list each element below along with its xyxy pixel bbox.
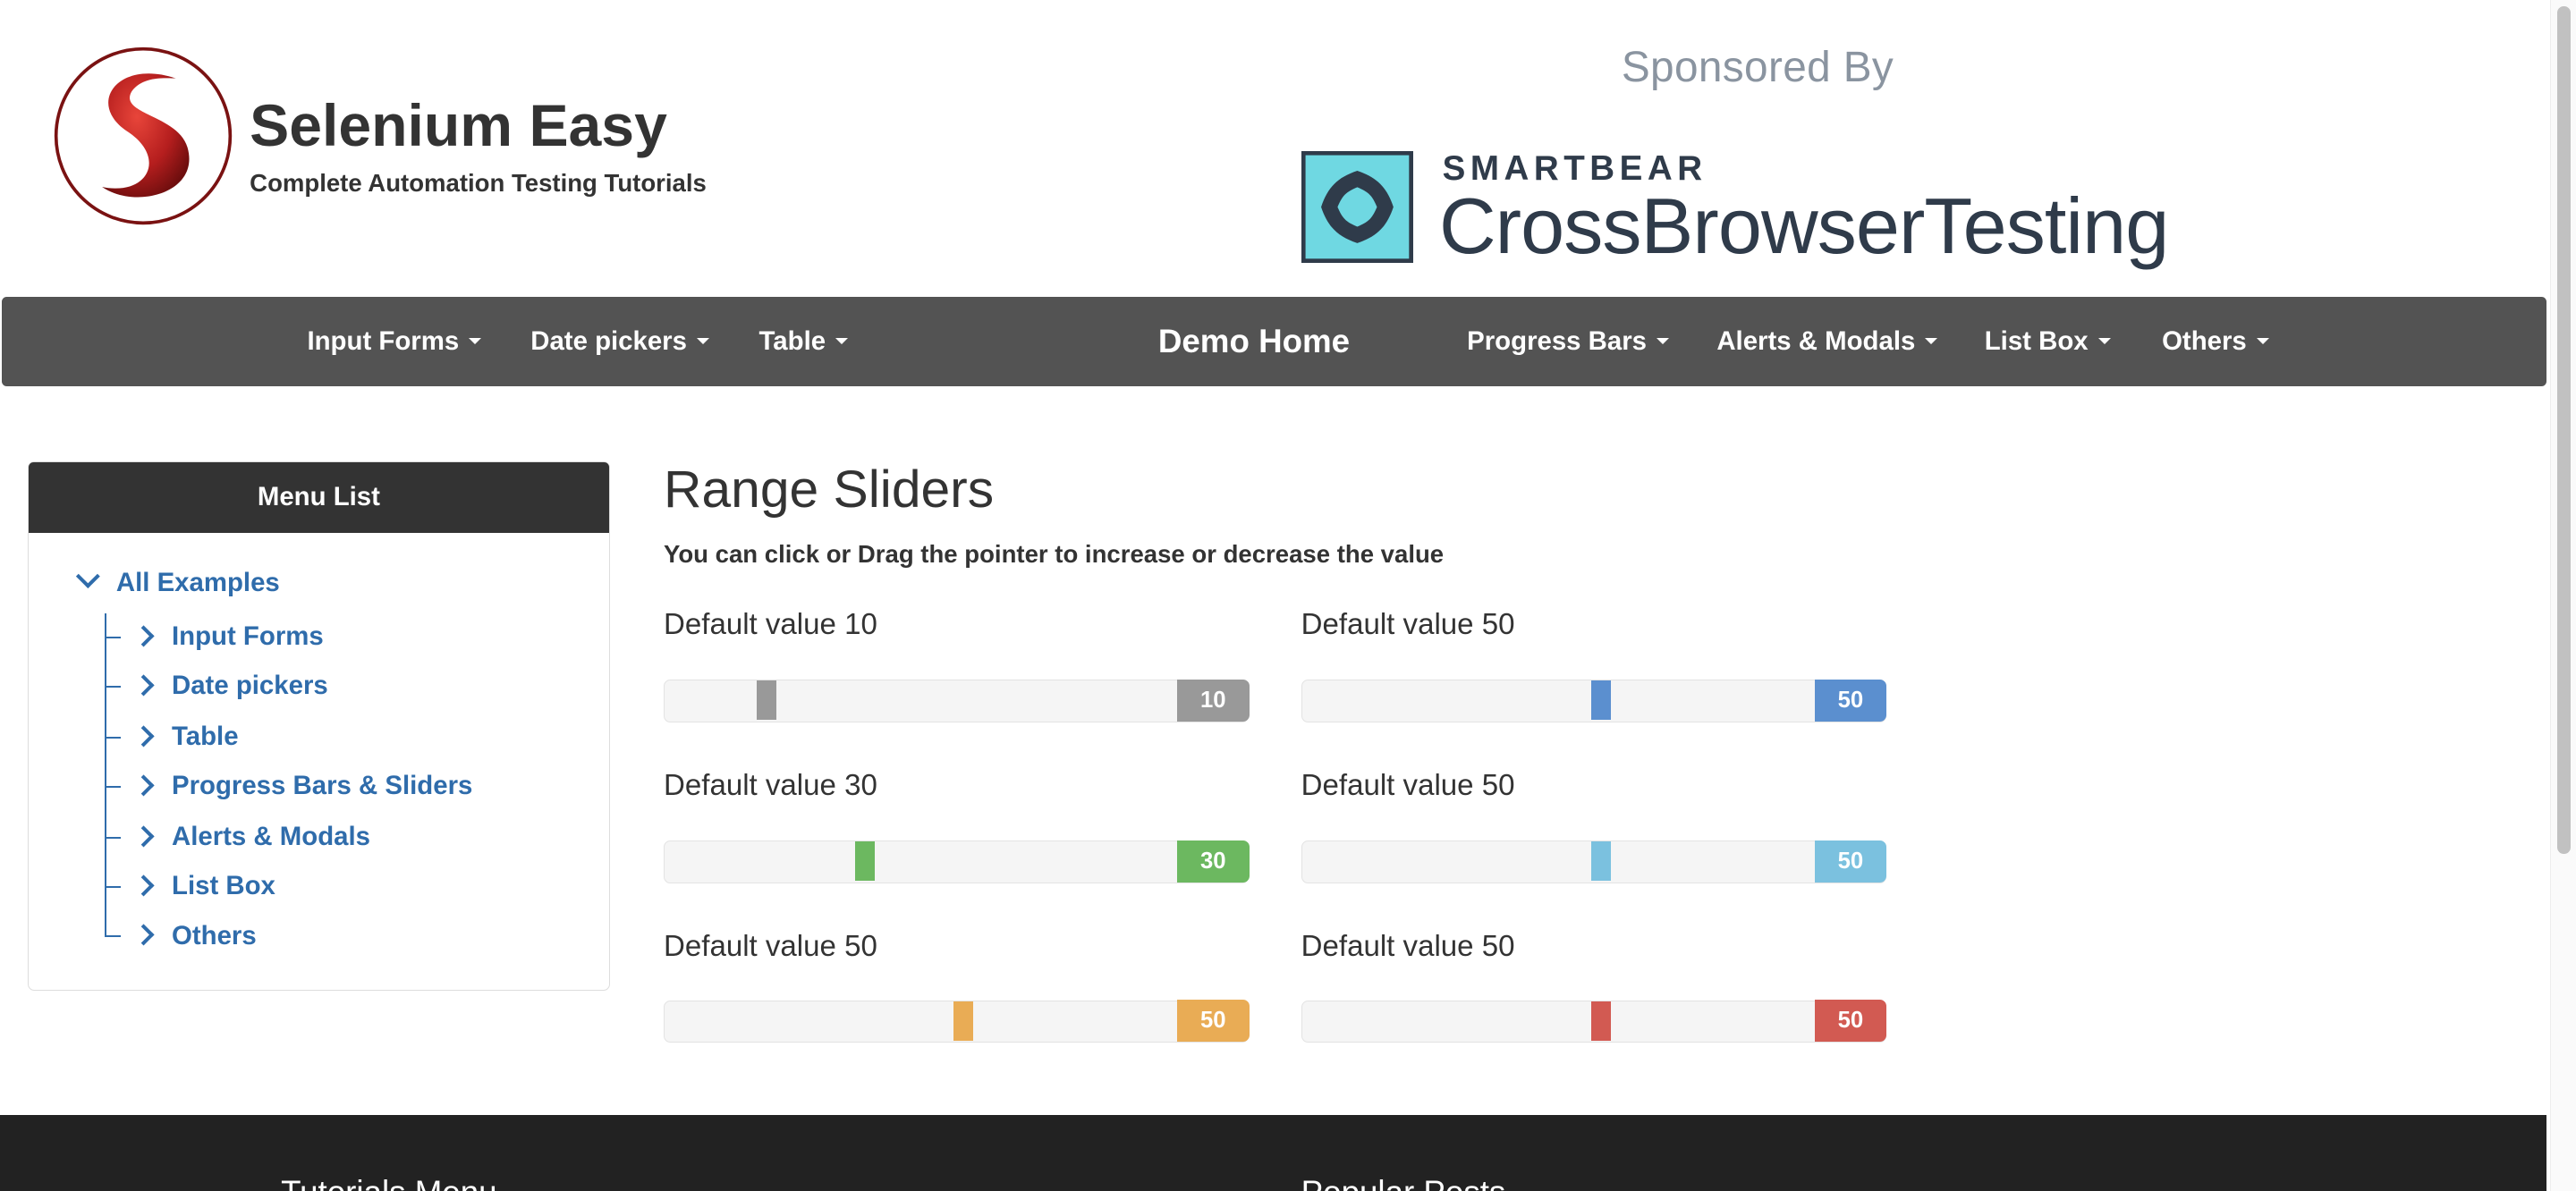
page-title: Range Sliders [664, 460, 995, 519]
crossbrowsertesting-wordmark[interactable]: CrossBrowserTesting [1439, 181, 2169, 272]
slider-thumb[interactable] [953, 1001, 974, 1041]
range-slider[interactable]: 50 [1301, 679, 1887, 723]
footer-heading-tutorials: Tutorials Menu [281, 1174, 497, 1190]
brand-title[interactable]: Selenium Easy [250, 92, 667, 160]
page-scrollbar[interactable] [2549, 0, 2576, 1191]
range-slider[interactable]: 10 [664, 679, 1250, 723]
nav-input-forms[interactable]: Input Forms [307, 297, 482, 385]
chevron-right-icon [132, 674, 154, 697]
sidebar-menu: Menu List All Examples Input Forms Date … [28, 461, 610, 991]
tree-branch [104, 836, 122, 839]
slider-thumb[interactable] [1590, 841, 1611, 882]
chevron-right-icon [132, 924, 154, 946]
caret-down-icon [835, 338, 849, 345]
tree-item-label: Alerts & Modals [172, 822, 370, 852]
nav-date-pickers[interactable]: Date pickers [530, 297, 709, 385]
selenium-easy-logo[interactable] [53, 46, 233, 226]
tree-branch [104, 785, 122, 788]
sponsor-label: Sponsored By [1621, 43, 1894, 91]
chevron-right-icon [132, 825, 154, 848]
caret-down-icon [1657, 338, 1670, 345]
range-slider[interactable]: 50 [1301, 999, 1887, 1043]
page-footer: Tutorials Menu Popular Posts [0, 1115, 2546, 1191]
nav-label: Input Forms [307, 326, 460, 357]
nav-alerts-modals[interactable]: Alerts & Modals [1716, 297, 1938, 385]
slider-value-output: 30 [1176, 840, 1250, 883]
scrollbar-thumb[interactable] [2556, 6, 2571, 855]
caret-down-icon [2256, 338, 2269, 345]
chevron-right-icon [132, 625, 154, 646]
caret-down-icon [1925, 338, 1938, 345]
slider-thumb[interactable] [1590, 1001, 1611, 1041]
tree-branch [104, 685, 122, 688]
nav-label: List Box [1984, 326, 2089, 357]
tree-item-label: List Box [172, 871, 275, 901]
chevron-down-icon [76, 563, 100, 588]
tree-all-examples[interactable]: All Examples [76, 563, 280, 598]
nav-progress-bars[interactable]: Progress Bars [1467, 297, 1670, 385]
slider-value-output: 50 [1814, 840, 1887, 883]
tree-item-label: Table [172, 722, 239, 752]
slider-thumb[interactable] [1590, 680, 1611, 721]
range-slider[interactable]: 50 [1301, 840, 1887, 884]
slider-value-output: 50 [1814, 999, 1887, 1043]
tree-root-label: All Examples [115, 567, 280, 597]
nav-label: Progress Bars [1467, 326, 1647, 357]
range-slider[interactable]: 30 [664, 840, 1250, 884]
nav-label: Table [758, 326, 826, 357]
footer-heading-popular: Popular Posts [1301, 1174, 1506, 1190]
tree-item-label: Input Forms [172, 621, 324, 652]
slider-value-output: 50 [1814, 679, 1887, 722]
slider-thumb[interactable] [855, 841, 876, 882]
sidebar-heading: Menu List [29, 462, 609, 534]
nav-demo-home[interactable]: Demo Home [1158, 297, 1350, 385]
nav-label: Alerts & Modals [1716, 326, 1916, 357]
chevron-right-icon [132, 874, 154, 897]
tree-item-label: Others [172, 920, 257, 950]
tree-item-label: Progress Bars & Sliders [172, 771, 473, 801]
slider-thumb[interactable] [756, 680, 776, 721]
caret-down-icon [2097, 338, 2111, 345]
tree-branch [104, 636, 122, 638]
nav-list-box[interactable]: List Box [1985, 297, 2111, 385]
slider-label: Default value 30 [664, 768, 877, 802]
slider-value-output: 50 [1176, 999, 1250, 1043]
caret-down-icon [469, 338, 482, 345]
slider-label: Default value 50 [1301, 607, 1515, 641]
caret-down-icon [696, 338, 709, 345]
slider-label: Default value 10 [664, 607, 877, 641]
slider-label: Default value 50 [1301, 768, 1515, 802]
slider-value-output: 10 [1176, 679, 1250, 722]
smartbear-logo-icon[interactable] [1301, 150, 1413, 263]
tree-branch [104, 935, 122, 937]
chevron-right-icon [132, 725, 154, 747]
brand-subtitle: Complete Automation Testing Tutorials [250, 169, 707, 198]
tree-branch [104, 736, 122, 739]
main-navbar: Input Forms Date pickers Table Demo Home… [1, 297, 2546, 386]
nav-others[interactable]: Others [2162, 297, 2269, 385]
page-description: You can click or Drag the pointer to inc… [664, 540, 1445, 569]
slider-label: Default value 50 [664, 929, 877, 963]
nav-label: Date pickers [530, 326, 687, 357]
slider-label: Default value 50 [1301, 929, 1515, 963]
nav-table[interactable]: Table [759, 297, 849, 385]
tree-item-label: Date pickers [172, 671, 328, 701]
tree-branch [104, 885, 122, 888]
range-slider[interactable]: 50 [664, 999, 1250, 1043]
nav-label: Others [2162, 326, 2247, 357]
chevron-right-icon [132, 774, 154, 797]
